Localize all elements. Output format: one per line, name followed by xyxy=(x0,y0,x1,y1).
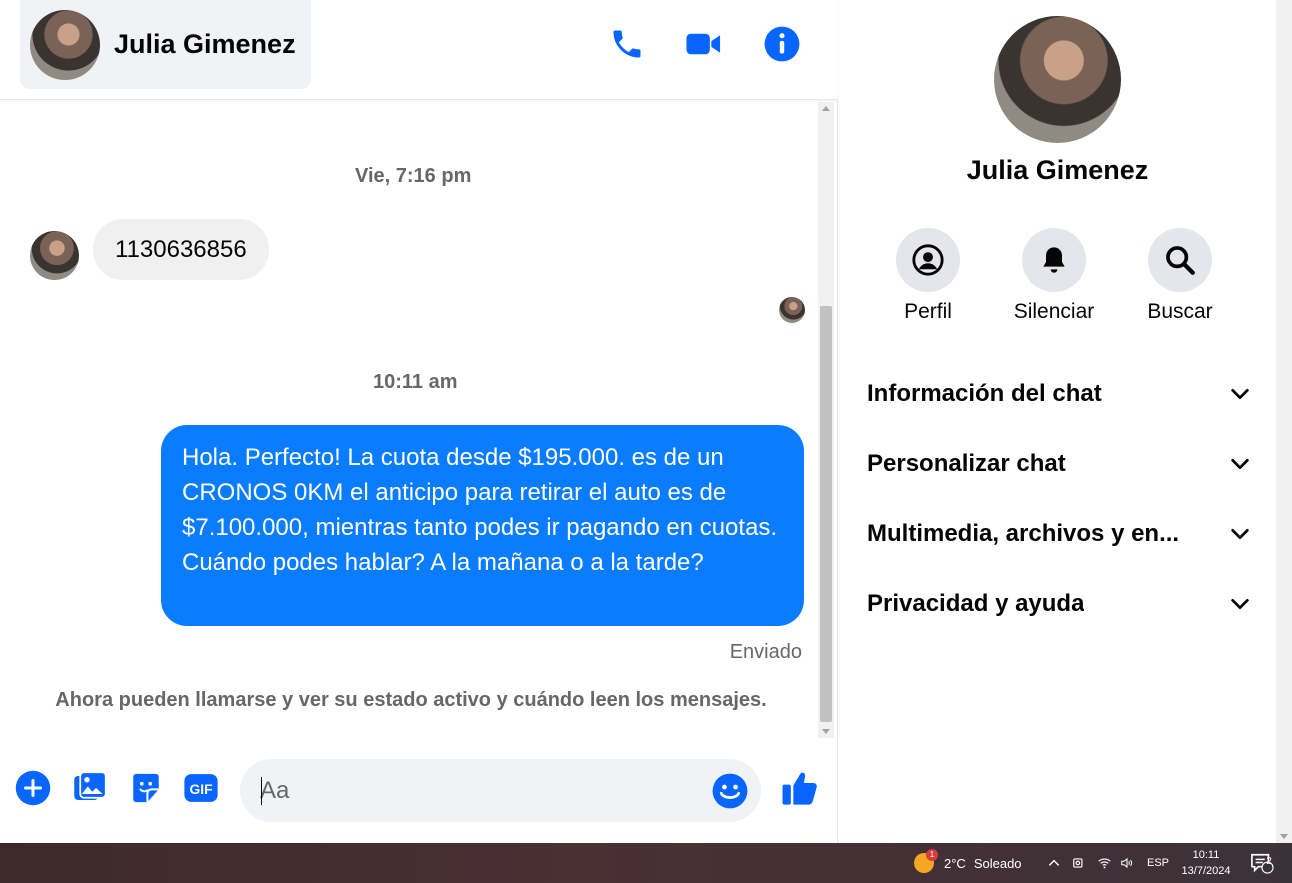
profile-icon xyxy=(912,244,944,276)
message-status: Enviado xyxy=(729,641,802,663)
svg-text:GIF: GIF xyxy=(189,781,212,797)
message-timestamp: 10:11 am xyxy=(373,371,458,393)
chevron-up-icon xyxy=(1048,859,1060,866)
sticker-button[interactable] xyxy=(128,770,164,806)
section-media-files[interactable]: Multimedia, archivos y en... xyxy=(867,509,1251,559)
section-label: Personalizar chat xyxy=(867,450,1066,477)
send-like-button[interactable] xyxy=(780,768,820,808)
profile-name: Julia Gimenez xyxy=(966,155,1149,185)
video-camera-icon xyxy=(686,33,721,55)
scroll-up-arrow-icon[interactable] xyxy=(822,106,830,111)
section-customize-chat[interactable]: Personalizar chat xyxy=(867,439,1251,489)
meet-now-button[interactable] xyxy=(1072,843,1086,883)
text-caret xyxy=(261,777,262,805)
weather-description: Soleado xyxy=(973,855,1022,871)
conversation-info-panel: Julia Gimenez Perfil Silenciar Buscar In… xyxy=(839,0,1276,843)
video-call-button[interactable] xyxy=(684,24,724,64)
page-scrollbar[interactable] xyxy=(1276,0,1292,843)
chat-panel: Julia Gimenez Vie, 7:16 pm 1130636856 10… xyxy=(0,0,838,843)
wifi-icon xyxy=(1098,858,1111,869)
mute-button[interactable] xyxy=(1022,228,1086,292)
sticker-icon xyxy=(133,773,159,803)
message-input[interactable] xyxy=(260,759,700,822)
show-hidden-icons-button[interactable] xyxy=(1047,843,1061,883)
info-icon xyxy=(764,26,800,62)
mute-action[interactable]: Silenciar xyxy=(994,228,1114,324)
scroll-down-arrow-icon[interactable] xyxy=(1280,834,1288,839)
search-action[interactable]: Buscar xyxy=(1120,228,1240,324)
read-receipt-avatar xyxy=(779,297,805,323)
phone-icon xyxy=(613,30,641,58)
search-icon xyxy=(1166,246,1195,275)
chevron-down-icon xyxy=(1231,528,1249,540)
sender-avatar[interactable] xyxy=(30,231,79,280)
section-chat-info[interactable]: Información del chat xyxy=(867,369,1251,419)
system-clock[interactable]: 10:11 13/7/2024 xyxy=(1180,847,1232,879)
section-label: Multimedia, archivos y en... xyxy=(867,520,1180,547)
section-label: Información del chat xyxy=(867,380,1102,407)
message-composer: GIF xyxy=(0,752,838,832)
incoming-message-bubble[interactable]: 1130636856 xyxy=(93,219,269,280)
contact-chip[interactable]: Julia Gimenez xyxy=(20,0,311,89)
message-timestamp: Vie, 7:16 pm xyxy=(355,165,472,187)
clock-date: 13/7/2024 xyxy=(1181,865,1231,877)
input-language[interactable]: ESP xyxy=(1147,843,1169,883)
section-label: Privacidad y ayuda xyxy=(867,590,1085,617)
windows-taskbar: 1 2°C Soleado ESP 10:11 13/7/2024 2 xyxy=(0,843,1292,883)
profile-button[interactable] xyxy=(896,228,960,292)
mute-action-label: Silenciar xyxy=(1013,300,1095,323)
chat-scrollbar[interactable] xyxy=(818,102,834,738)
chevron-down-icon xyxy=(1231,458,1249,470)
scroll-down-arrow-icon[interactable] xyxy=(822,729,830,734)
profile-action-label: Perfil xyxy=(904,300,952,323)
weather-badge: 1 xyxy=(926,849,938,861)
section-privacy-help[interactable]: Privacidad y ayuda xyxy=(867,579,1251,629)
scrollbar-thumb[interactable] xyxy=(820,306,832,722)
weather-widget[interactable]: 1 2°C Soleado xyxy=(914,843,1022,883)
chevron-down-icon xyxy=(1231,388,1249,400)
search-action-label: Buscar xyxy=(1147,300,1213,323)
privacy-notice: Ahora pueden llamarse y ver su estado ac… xyxy=(55,689,767,711)
volume-button[interactable] xyxy=(1119,843,1135,883)
network-button[interactable] xyxy=(1097,843,1112,883)
plus-circle-icon xyxy=(15,770,51,806)
chevron-down-icon xyxy=(1231,598,1249,610)
clock-time: 10:11 xyxy=(1192,849,1220,861)
attach-photo-button[interactable] xyxy=(72,770,108,806)
outgoing-message-bubble[interactable]: Hola. Perfecto! La cuota desde $195.000.… xyxy=(161,425,804,626)
gif-button[interactable]: GIF xyxy=(183,770,219,806)
contact-name: Julia Gimenez xyxy=(114,29,296,59)
profile-action[interactable]: Perfil xyxy=(868,228,988,324)
smiley-icon xyxy=(712,773,748,809)
contact-avatar xyxy=(30,9,100,80)
search-button[interactable] xyxy=(1148,228,1212,292)
sun-icon: 1 xyxy=(914,849,938,873)
image-icon xyxy=(74,771,107,800)
conversation-info-button[interactable] xyxy=(762,24,802,64)
gif-icon: GIF xyxy=(184,774,218,802)
notification-count: 2 xyxy=(1266,856,1272,867)
more-actions-button[interactable] xyxy=(15,770,51,806)
phone-call-button[interactable] xyxy=(607,24,647,64)
emoji-button[interactable] xyxy=(711,772,749,810)
chat-header: Julia Gimenez xyxy=(0,0,838,100)
speaker-icon xyxy=(1121,857,1133,869)
profile-avatar[interactable] xyxy=(994,16,1121,143)
notification-center-button[interactable]: 2 xyxy=(1250,843,1274,883)
message-input-wrapper[interactable] xyxy=(240,759,761,822)
bell-icon xyxy=(1043,247,1065,273)
camera-icon xyxy=(1073,858,1083,868)
thumbs-up-icon xyxy=(782,772,817,805)
weather-temperature: 2°C xyxy=(944,855,966,871)
